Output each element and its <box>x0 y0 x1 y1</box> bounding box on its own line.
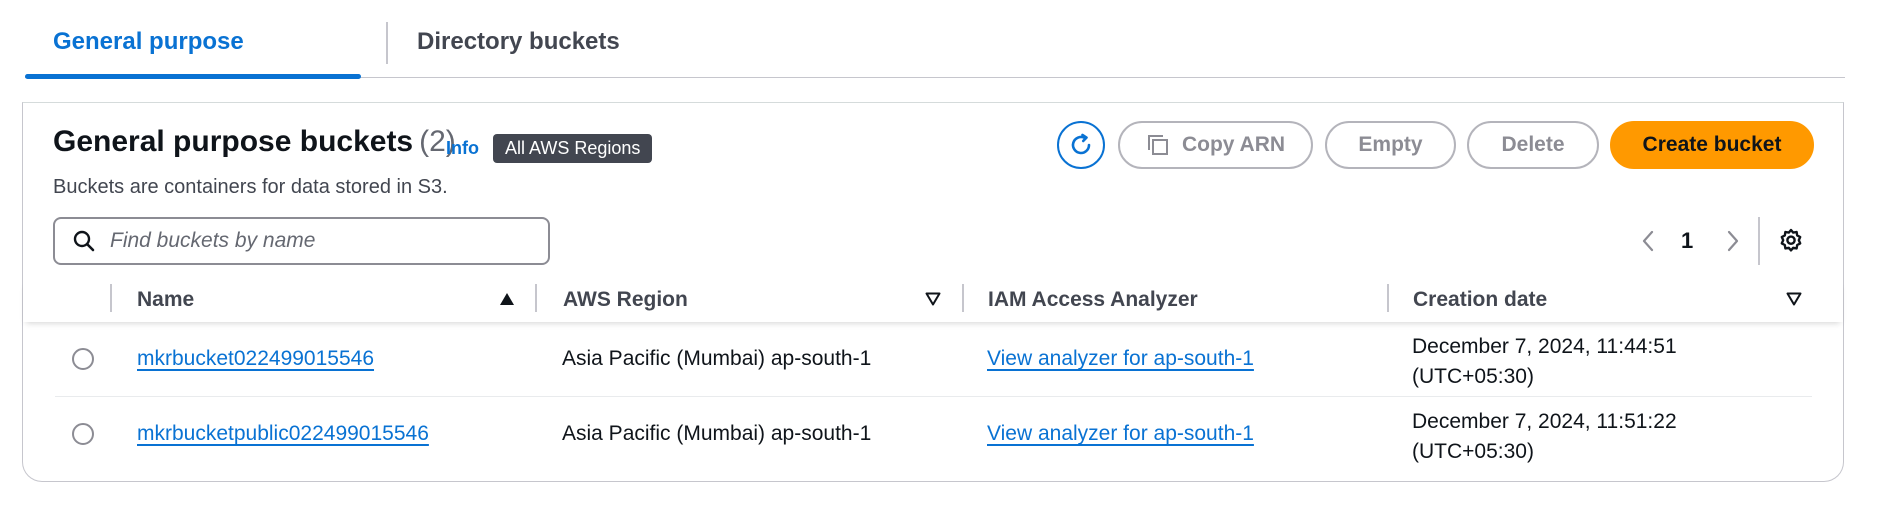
search-box <box>53 217 550 265</box>
column-header-region[interactable]: AWS Region <box>563 288 688 312</box>
region-badge: All AWS Regions <box>493 134 653 163</box>
creation-date-timezone: (UTC+05:30) <box>1412 365 1534 388</box>
column-separator <box>962 284 964 312</box>
bucket-type-tabs: General purpose buckets Directory bucket… <box>25 0 1845 139</box>
tab-directory-buckets[interactable]: Directory buckets <box>365 0 648 77</box>
column-separator <box>535 284 537 312</box>
gear-icon <box>1777 227 1805 255</box>
view-analyzer-link[interactable]: View analyzer for ap-south-1 <box>987 347 1254 371</box>
tab-general-purpose-buckets[interactable]: General purpose buckets <box>25 0 361 139</box>
next-page-button[interactable] <box>1723 228 1743 254</box>
sort-ascending-icon[interactable] <box>499 292 515 306</box>
table-row: mkrbucketpublic022499015546 Asia Pacific… <box>55 397 1812 472</box>
column-separator <box>110 284 112 312</box>
column-header-name[interactable]: Name <box>137 288 194 312</box>
empty-button[interactable]: Empty <box>1325 121 1456 169</box>
sort-descending-icon[interactable] <box>925 292 941 306</box>
bucket-region: Asia Pacific (Mumbai) ap-south-1 <box>562 347 872 370</box>
creation-date-time: December 7, 2024, 11:51:22 <box>1412 410 1677 433</box>
creation-date-time: December 7, 2024, 11:44:51 <box>1412 335 1677 358</box>
row-select-radio[interactable] <box>72 423 94 445</box>
column-header-analyzer[interactable]: IAM Access Analyzer <box>988 288 1198 312</box>
creation-date: December 7, 2024, 11:44:51 (UTC+05:30) <box>1412 332 1677 392</box>
pagination-divider <box>1758 217 1760 265</box>
table-row: mkrbucket022499015546 Asia Pacific (Mumb… <box>55 322 1812 397</box>
create-bucket-button[interactable]: Create bucket <box>1610 121 1814 169</box>
copy-arn-label: Copy ARN <box>1181 133 1286 156</box>
previous-page-button[interactable] <box>1638 228 1658 254</box>
sort-descending-icon[interactable] <box>1786 292 1802 306</box>
table-settings-button[interactable] <box>1777 227 1805 255</box>
refresh-button[interactable] <box>1057 121 1105 169</box>
column-separator <box>1387 284 1389 312</box>
creation-date-timezone: (UTC+05:30) <box>1412 440 1534 463</box>
info-link[interactable]: Info <box>446 138 479 159</box>
bucket-region: Asia Pacific (Mumbai) ap-south-1 <box>562 422 872 445</box>
copy-icon <box>1146 133 1170 157</box>
page-number[interactable]: 1 <box>1681 228 1693 254</box>
bucket-name-link[interactable]: mkrbucket022499015546 <box>137 347 374 371</box>
refresh-icon <box>1067 131 1095 159</box>
delete-button[interactable]: Delete <box>1467 121 1599 169</box>
row-select-radio[interactable] <box>72 348 94 370</box>
page-title: General purpose buckets (2) <box>53 125 456 159</box>
column-header-creation-date[interactable]: Creation date <box>1413 288 1547 312</box>
copy-arn-button[interactable]: Copy ARN <box>1118 121 1313 169</box>
search-input[interactable] <box>110 229 530 253</box>
view-analyzer-link[interactable]: View analyzer for ap-south-1 <box>987 422 1254 446</box>
creation-date: December 7, 2024, 11:51:22 (UTC+05:30) <box>1412 407 1677 467</box>
table-header: Name AWS Region IAM Access Analyzer Crea… <box>23 280 1843 322</box>
search-icon <box>72 229 96 253</box>
bucket-name-link[interactable]: mkrbucketpublic022499015546 <box>137 422 429 446</box>
page-title-text: General purpose buckets <box>53 125 414 158</box>
page-description: Buckets are containers for data stored i… <box>53 176 448 198</box>
